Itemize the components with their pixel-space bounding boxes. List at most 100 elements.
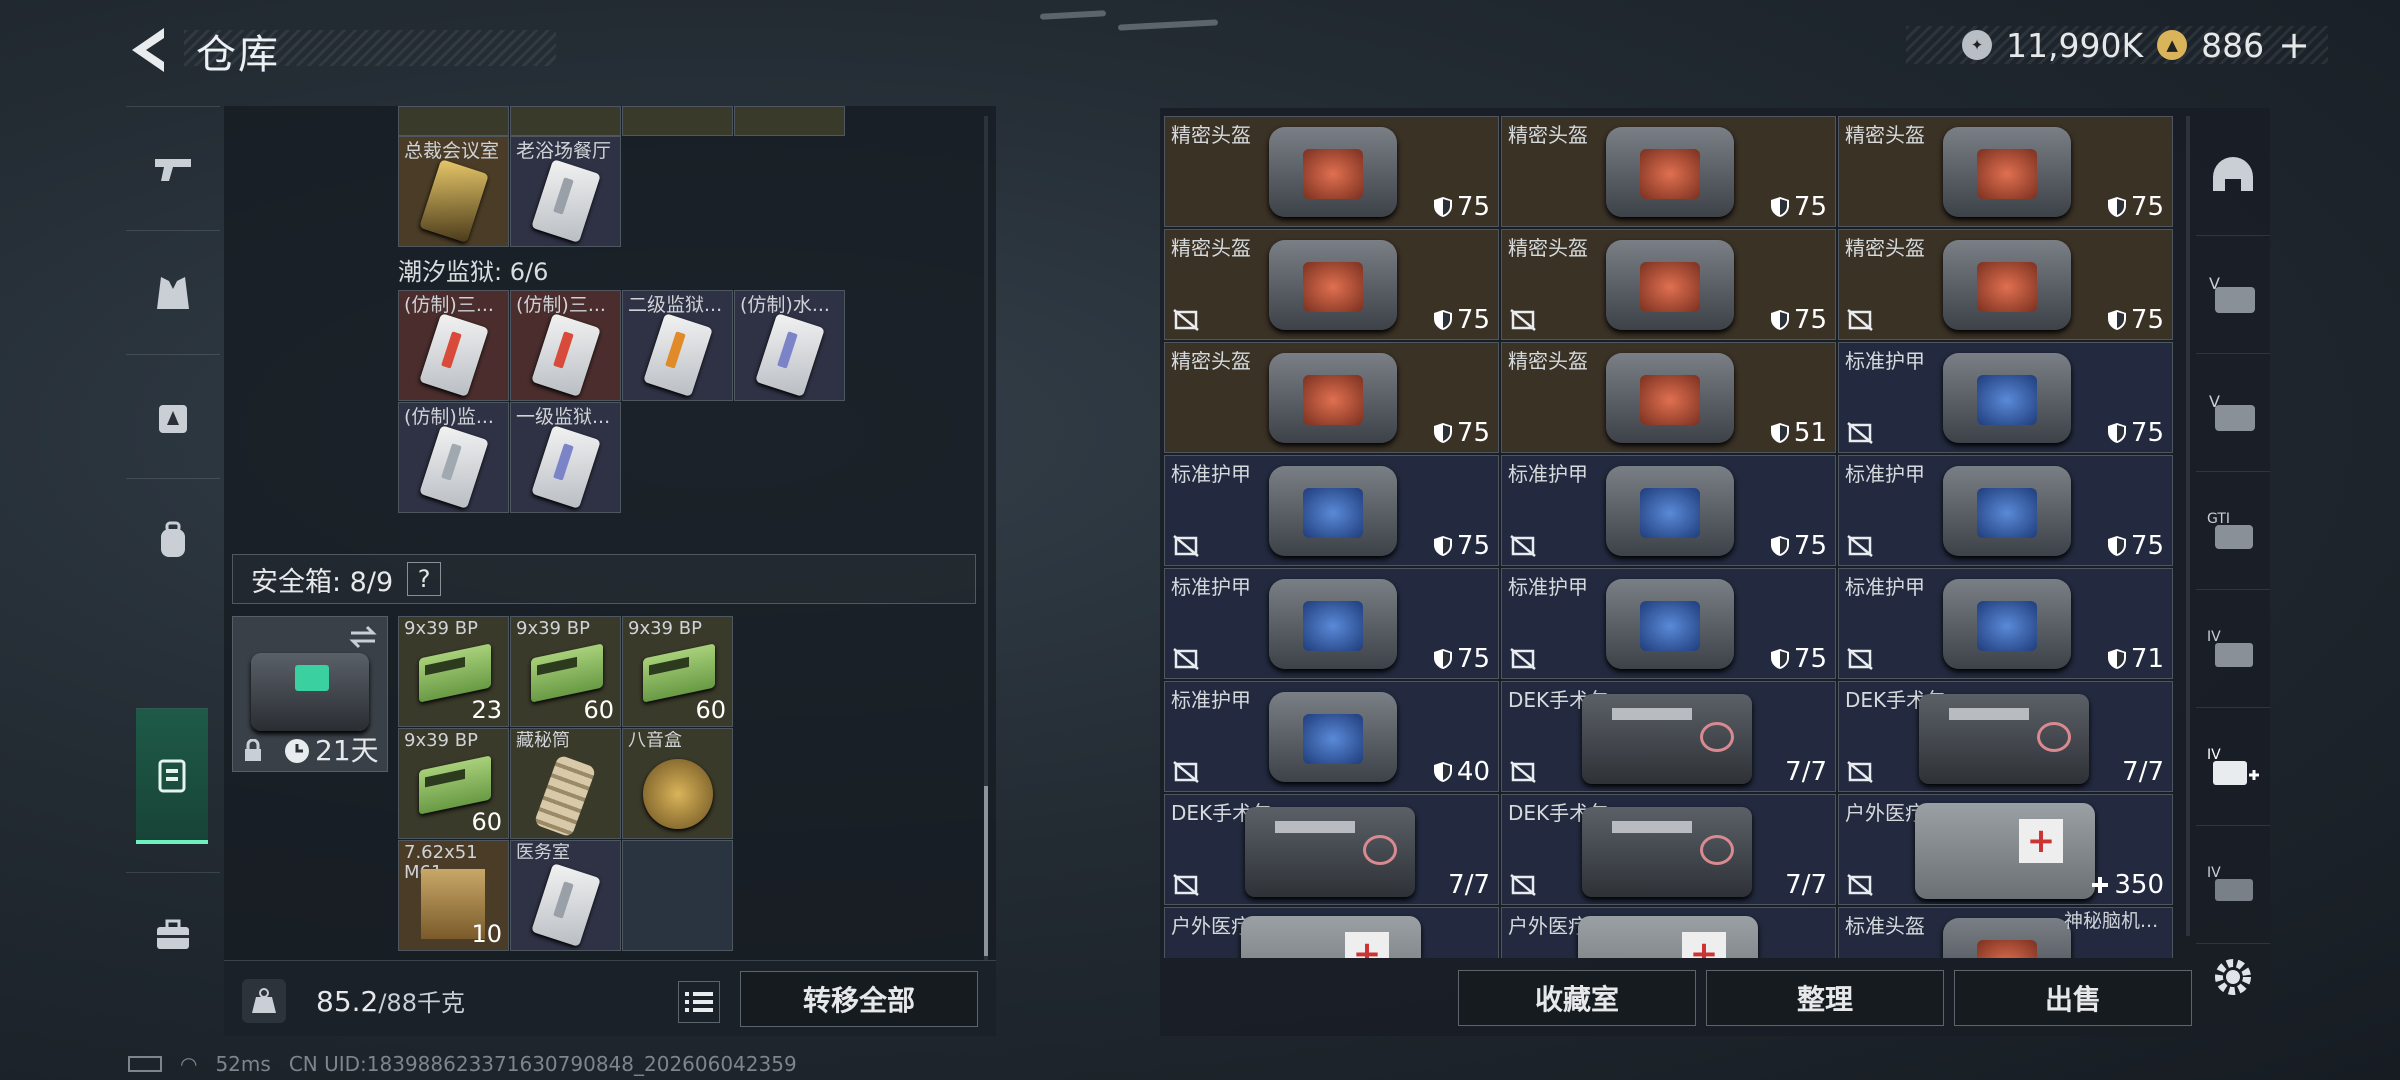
help-button[interactable]: ? [407,562,442,596]
key-card-item[interactable]: (仿制)监... [398,402,509,513]
inventory-item[interactable]: 精密头盔 51 [1501,342,1836,453]
key-card-item[interactable]: (仿制)三... [510,290,621,401]
inventory-item[interactable]: 标准护甲 71 [1838,568,2173,679]
settings-gear-icon[interactable] [2208,952,2258,1002]
right-filter-nav: V V GTI IV IV IV [2196,118,2270,948]
inventory-item[interactable]: 户外医疗箱 + [1501,907,1836,958]
swap-icon[interactable] [347,623,379,651]
list-icon [685,992,713,1012]
filter-helmet[interactable] [2196,118,2270,236]
safe-case-slot[interactable]: 21天 [232,616,388,772]
inventory-item[interactable]: 精密头盔 75 [1164,116,1499,227]
inventory-item[interactable]: 户外医疗箱 + [1164,907,1499,958]
inventory-item[interactable]: 标准护甲 75 [1164,455,1499,566]
inventory-item[interactable]: 户外医疗箱 +350 [1838,794,2173,905]
nav-weapons[interactable] [126,106,220,230]
key-card-item[interactable]: 一级监狱... [510,402,621,513]
safe-box-item[interactable]: 9x39 BP 60 [510,616,621,727]
no-insure-icon [1510,761,1536,783]
keycard-image [531,425,601,509]
item-name: 精密头盔 [1508,236,1588,260]
inventory-item[interactable]: DEK手术包 7/7 [1501,794,1836,905]
surgical-kit-image [1582,694,1752,784]
inventory-item[interactable]: 精密头盔 75 [1164,229,1499,340]
filter-armor-5[interactable]: V [2196,236,2270,354]
surgical-kit-image [1245,807,1415,897]
durability-value: 75 [1456,418,1490,448]
inventory-item[interactable]: 标准护甲 75 [1838,455,2173,566]
armor-image [1943,466,2071,556]
key-card-item[interactable]: 二级监狱... [622,290,733,401]
nav-toolbox[interactable] [126,872,220,996]
key-card-item[interactable]: 总裁会议室 [398,136,509,247]
svg-text:GTI: GTI [2207,511,2230,527]
nav-storage-case[interactable] [136,708,208,844]
inventory-item[interactable]: 精密头盔 75 [1501,116,1836,227]
inventory-item[interactable]: 精密头盔 75 [1164,342,1499,453]
collection-room-button[interactable]: 收藏室 [1458,970,1696,1026]
filter-tier-4[interactable]: IV [2196,590,2270,708]
inventory-item[interactable]: 精密头盔 75 [1501,229,1836,340]
stash-cell-partial[interactable] [734,106,845,136]
inventory-item[interactable]: DEK手术包 7/7 [1501,681,1836,792]
tier-iv-icon: IV [2207,865,2253,901]
inventory-item[interactable]: 精密头盔 75 [1838,229,2173,340]
item-name: 标准护甲 [1171,575,1251,599]
stash-cell-partial[interactable] [510,106,621,136]
inventory-item[interactable]: 标准护甲 40 [1164,681,1499,792]
armor-tier-v-icon: V [2209,392,2255,431]
safe-box-item[interactable]: 7.62x51 M6110 [398,840,509,951]
safe-box-item[interactable]: 9x39 BP 60 [622,616,733,727]
filter-armor-5b[interactable]: V [2196,354,2270,472]
shield-icon [2107,310,2126,330]
nav-backpack[interactable] [126,478,220,602]
cylinder-image [533,754,597,838]
empty-slot[interactable] [622,840,733,951]
inventory-item[interactable]: DEK手术包 7/7 [1164,794,1499,905]
inventory-item[interactable]: 标准护甲 75 [1838,342,2173,453]
outdoor-medkit-image: + [1915,803,2095,899]
filter-gti[interactable]: GTI [2196,472,2270,590]
helmet-image [1606,240,1734,330]
filter-tier-4b[interactable]: IV [2196,826,2270,944]
list-view-button[interactable] [678,981,720,1023]
item-name: 标准护甲 [1171,688,1251,712]
item-name: 精密头盔 [1508,123,1588,147]
inventory-item[interactable]: 标准护甲 75 [1501,568,1836,679]
stash-cell-partial[interactable] [622,106,733,136]
nav-armor[interactable] [126,230,220,354]
no-insure-icon [1847,309,1873,331]
no-insure-icon [1847,535,1873,557]
inventory-item[interactable]: DEK手术包 7/7 [1838,681,2173,792]
transfer-all-button[interactable]: 转移全部 [740,971,978,1027]
safe-box-item[interactable]: 9x39 BP 60 [398,728,509,839]
stash-cell-partial[interactable] [398,106,509,136]
no-insure-icon [1510,309,1536,331]
inventory-item[interactable]: 标准护甲 75 [1501,455,1836,566]
nav-medical[interactable] [126,354,220,478]
sell-button[interactable]: 出售 [1954,970,2192,1026]
item-name: 标准护甲 [1845,349,1925,373]
battery-icon [128,1056,162,1072]
page-title: 仓库 [196,32,280,78]
filter-medical-4[interactable]: IV [2196,708,2270,826]
back-arrow-icon[interactable] [124,22,174,78]
inventory-item[interactable]: 精密头盔 75 [1838,116,2173,227]
safe-box-item[interactable]: 9x39 BP 23 [398,616,509,727]
add-currency-button[interactable]: + [2278,23,2310,67]
shield-icon [1433,423,1452,443]
durability-value: 75 [1793,644,1827,674]
durability-value: 75 [2130,192,2164,222]
sort-button[interactable]: 整理 [1706,970,1944,1026]
safe-box-item[interactable]: 藏秘筒 [510,728,621,839]
safe-box-item[interactable]: 医务室 [510,840,621,951]
key-card-item[interactable]: (仿制)三... [398,290,509,401]
key-card-item[interactable]: 老浴场餐厅 [510,136,621,247]
stash-scroll-thumb[interactable] [984,786,988,956]
safe-box-item[interactable]: 八音盒 [622,728,733,839]
inventory-scrollbar[interactable] [2186,116,2190,936]
inventory-item[interactable]: 标准护甲 75 [1164,568,1499,679]
medical-tier-iv-icon: IV [2207,747,2259,785]
key-card-item[interactable]: (仿制)水... [734,290,845,401]
ammo-box-image [419,755,491,815]
